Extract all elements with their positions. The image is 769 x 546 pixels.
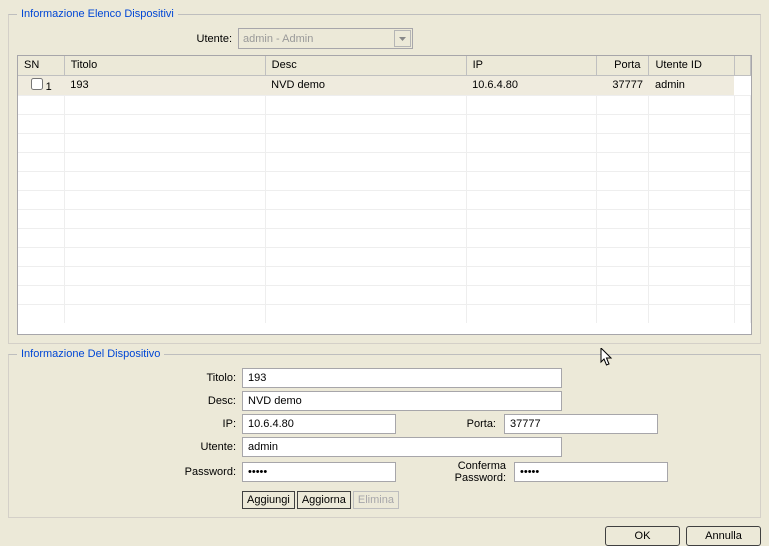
cancel-button[interactable]: Annulla: [686, 526, 761, 546]
device-list-group: Informazione Elenco Dispositivi Utente: …: [8, 8, 761, 344]
label-utente: Utente:: [17, 441, 242, 453]
label-porta: Porta:: [400, 418, 500, 430]
input-password[interactable]: [242, 462, 396, 482]
dialog-footer: OK Annulla: [8, 526, 761, 546]
device-info-group: Informazione Del Dispositivo Titolo: Des…: [8, 348, 761, 518]
label-conferma: Conferma Password:: [400, 460, 510, 484]
col-sn[interactable]: SN: [18, 56, 64, 75]
ok-button[interactable]: OK: [605, 526, 680, 546]
cursor-icon: [599, 348, 615, 368]
input-desc[interactable]: [242, 391, 562, 411]
label-titolo: Titolo:: [17, 372, 242, 384]
table-header: SN Titolo Desc IP Porta Utente ID: [18, 56, 751, 75]
col-desc[interactable]: Desc: [265, 56, 466, 75]
delete-button: Elimina: [353, 491, 399, 509]
add-button[interactable]: Aggiungi: [242, 491, 295, 509]
cell-titolo: 193: [64, 75, 265, 95]
user-combobox[interactable]: admin - Admin: [238, 28, 413, 49]
cell-utenteid: admin: [649, 75, 734, 95]
input-conferma[interactable]: [514, 462, 668, 482]
label-password: Password:: [17, 466, 242, 478]
input-porta[interactable]: [504, 414, 658, 434]
table-row[interactable]: 1 193 NVD demo 10.6.4.80 37777 admin: [18, 75, 751, 95]
col-scrollgap: [734, 56, 750, 75]
col-utenteid[interactable]: Utente ID: [649, 56, 734, 75]
device-list-title: Informazione Elenco Dispositivi: [17, 8, 178, 20]
update-button[interactable]: Aggiorna: [297, 491, 351, 509]
input-titolo[interactable]: [242, 368, 562, 388]
input-utente[interactable]: [242, 437, 562, 457]
col-ip[interactable]: IP: [466, 56, 597, 75]
row-checkbox[interactable]: [31, 78, 43, 90]
user-combobox-value: admin - Admin: [243, 33, 313, 45]
device-table[interactable]: SN Titolo Desc IP Porta Utente ID 1 193 …: [17, 55, 752, 335]
col-porta[interactable]: Porta: [597, 56, 649, 75]
cell-porta: 37777: [597, 75, 649, 95]
user-label: Utente:: [17, 33, 232, 45]
chevron-down-icon[interactable]: [394, 30, 411, 47]
col-titolo[interactable]: Titolo: [64, 56, 265, 75]
device-info-title: Informazione Del Dispositivo: [17, 348, 164, 360]
label-ip: IP:: [17, 418, 242, 430]
input-ip[interactable]: [242, 414, 396, 434]
cell-ip: 10.6.4.80: [466, 75, 597, 95]
label-desc: Desc:: [17, 395, 242, 407]
cell-desc: NVD demo: [265, 75, 466, 95]
cell-sn: 1: [46, 81, 52, 93]
